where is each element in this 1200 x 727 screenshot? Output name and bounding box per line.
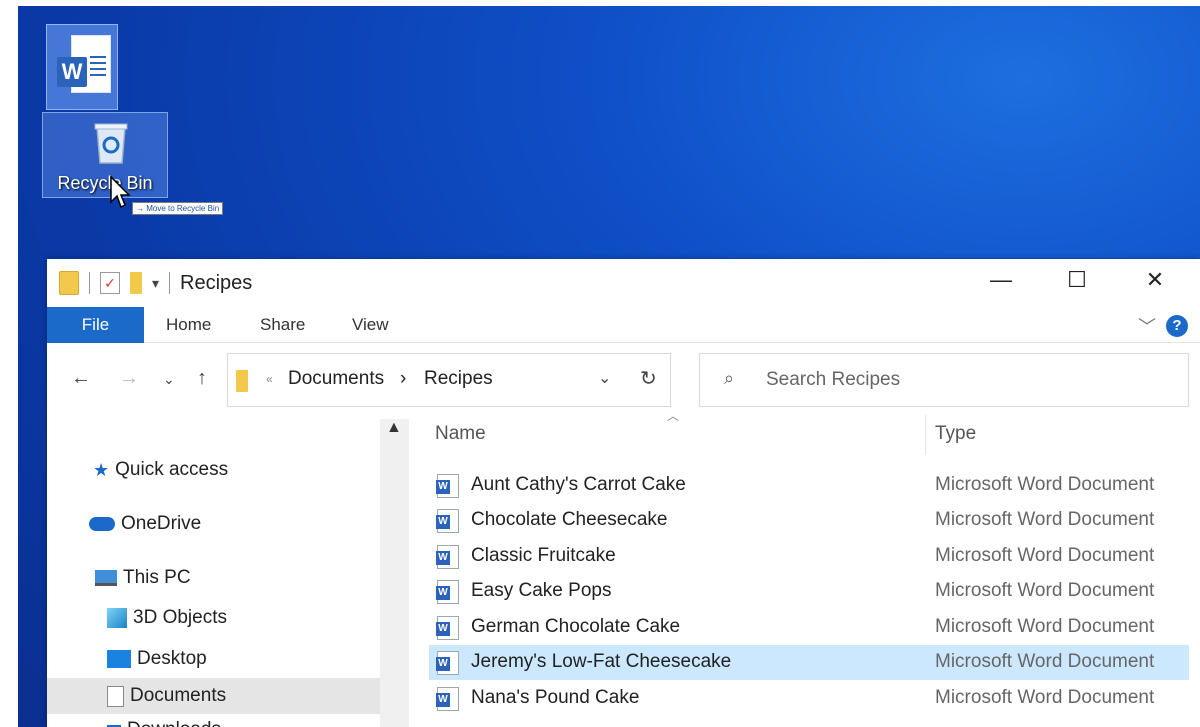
breadcrumb-separator-icon[interactable]: › [400,368,406,390]
column-header-type[interactable]: Type [935,423,976,445]
close-button[interactable]: ✕ [1135,267,1175,293]
sort-ascending-icon: ︿ [667,409,680,423]
tab-file[interactable]: File [47,307,144,343]
nav-onedrive[interactable]: OneDrive [89,513,201,535]
tab-share[interactable]: Share [260,307,305,343]
drag-tooltip: → Move to Recycle Bin [132,202,224,215]
word-file-icon [436,616,459,640]
mouse-cursor-icon [110,176,131,209]
nav-item-label: Desktop [137,648,207,669]
word-file-icon [436,545,459,569]
recent-locations-chevron-icon[interactable]: ⌄ [163,371,175,388]
file-name: Nana's Pound Cake [471,687,640,708]
file-type: Microsoft Word Document [935,474,1155,495]
cloud-icon [89,517,115,531]
nav-desktop[interactable]: Desktop [107,648,207,670]
desktop-folder-icon [107,650,131,668]
file-type: Microsoft Word Document [935,509,1155,530]
breadcrumb-documents[interactable]: Documents [288,368,384,390]
folder-icon [59,271,79,295]
up-arrow-icon[interactable]: ↑ [197,367,207,390]
table-row[interactable]: Chocolate Cheesecake Microsoft Word Docu… [429,503,1189,538]
address-bar[interactable]: « Documents › Recipes ⌄ ↻ [227,353,671,407]
navigation-pane-scrollbar[interactable]: ▲ [380,419,409,727]
nav-quick-access[interactable]: ★ Quick access [93,459,228,481]
search-input[interactable] [766,366,1166,394]
word-file-icon [436,687,459,711]
pc-icon [95,570,117,586]
breadcrumb-recipes[interactable]: Recipes [424,368,493,390]
forward-arrow-icon[interactable]: → [119,367,139,390]
word-document-desktop-icon[interactable]: W [46,24,118,110]
table-row-selected[interactable]: Jeremy's Low-Fat Cheesecake Microsoft Wo… [429,645,1189,680]
scroll-up-arrow-icon[interactable]: ▲ [386,419,402,437]
documents-icon [107,685,124,707]
word-file-icon [436,651,459,675]
file-type: Microsoft Word Document [935,651,1155,672]
properties-check-icon[interactable]: ✓ [100,272,120,294]
window-title: Recipes [180,271,253,294]
ribbon-tabs: File Home Share View ﹀ ? [47,307,1200,343]
refresh-icon[interactable]: ↻ [640,366,657,391]
table-row[interactable]: Easy Cake Pops Microsoft Word Document [429,574,1189,609]
help-icon[interactable]: ? [1166,315,1188,337]
folder-icon [236,370,248,392]
file-list: ︿ Name Type Aunt Cathy's Carrot Cake Mic… [429,409,1200,727]
file-name: Chocolate Cheesecake [471,509,668,530]
navigation-pane: ★ Quick access OneDrive This PC 3D Objec… [47,419,409,727]
table-row[interactable]: Nana's Pound Cake Microsoft Word Documen… [429,681,1189,716]
word-file-icon [436,580,459,604]
table-row[interactable]: Aunt Cathy's Carrot Cake Microsoft Word … [429,468,1189,503]
nav-item-label: Downloads [127,719,221,727]
file-type: Microsoft Word Document [935,545,1155,566]
search-box[interactable]: ⌕ [699,353,1189,407]
recycle-bin-icon [94,123,128,164]
search-icon: ⌕ [724,368,735,388]
nav-3d-objects[interactable]: 3D Objects [107,607,227,629]
nav-item-label: Documents [130,685,227,706]
file-type: Microsoft Word Document [935,616,1155,637]
nav-item-label: Quick access [115,459,229,480]
column-header-name[interactable]: Name [435,423,486,445]
word-icon: W [57,57,87,87]
word-file-icon [436,474,459,498]
maximize-button[interactable]: ☐ [1057,267,1097,293]
table-row[interactable]: Classic Fruitcake Microsoft Word Documen… [429,539,1189,574]
nav-item-label: This PC [123,567,191,588]
minimize-button[interactable]: — [981,267,1021,293]
new-folder-icon[interactable] [130,272,142,294]
back-arrow-icon[interactable]: ← [71,367,91,390]
divider [89,272,90,294]
column-divider[interactable] [925,415,926,455]
quick-access-toolbar: ✓ ▾ Recipes [59,271,252,295]
file-name: Aunt Cathy's Carrot Cake [471,474,686,495]
recycle-bin-label: Recycle Bin [57,173,153,193]
title-bar: ✓ ▾ Recipes — ☐ ✕ [47,259,1200,307]
file-name: Easy Cake Pops [471,580,612,601]
file-type: Microsoft Word Document [935,580,1155,601]
word-file-icon [436,509,459,533]
cube-icon [107,608,127,628]
file-name: German Chocolate Cake [471,616,681,637]
nav-downloads[interactable]: Downloads [107,719,221,727]
nav-item-label: OneDrive [121,513,202,534]
nav-item-label: 3D Objects [133,607,227,628]
tab-view[interactable]: View [352,307,389,343]
file-name: Classic Fruitcake [471,545,616,566]
divider [169,272,171,294]
file-name: Jeremy's Low-Fat Cheesecake [471,651,732,672]
nav-this-pc[interactable]: This PC [95,567,191,589]
navigation-bar: ← → ⌄ ↑ « Documents › Recipes ⌄ ↻ ⌕ [47,347,1200,417]
recycle-bin-desktop-icon[interactable]: Recycle Bin [42,112,168,198]
tab-home[interactable]: Home [166,307,211,343]
nav-documents[interactable]: Documents [47,678,380,714]
table-row[interactable]: German Chocolate Cake Microsoft Word Doc… [429,610,1189,645]
file-explorer-window: ✓ ▾ Recipes — ☐ ✕ File Home Share View ﹀… [47,259,1200,727]
customize-toolbar-chevron-icon[interactable]: ▾ [152,275,159,292]
expand-ribbon-chevron-icon[interactable]: ﹀ [1138,313,1156,339]
breadcrumb-overflow-icon[interactable]: « [266,372,273,386]
star-icon: ★ [93,459,110,480]
address-dropdown-chevron-icon[interactable]: ⌄ [598,368,611,388]
file-type: Microsoft Word Document [935,687,1155,708]
